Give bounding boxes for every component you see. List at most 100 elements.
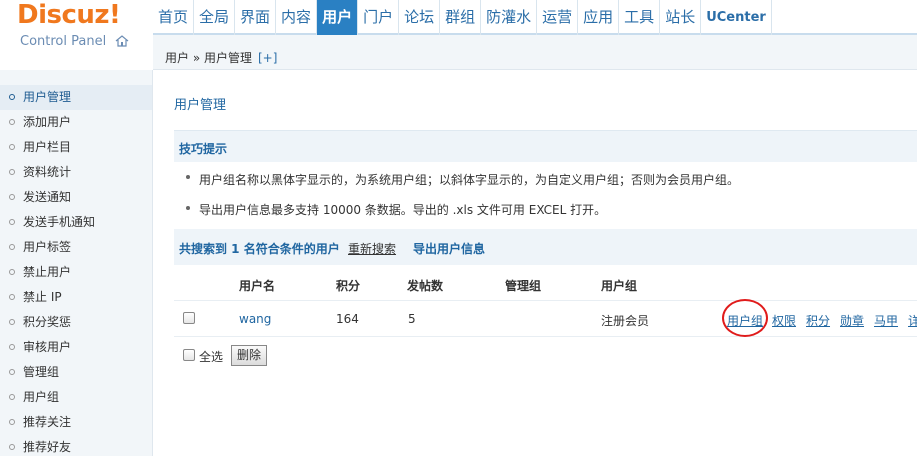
- sidebar-item-admin-groups[interactable]: 管理组: [0, 360, 152, 385]
- sidebar-item-ban-user[interactable]: 禁止用户: [0, 260, 152, 285]
- sidebar-item-user-management[interactable]: 用户管理: [0, 85, 152, 110]
- tips-header: 技巧提示: [174, 130, 917, 162]
- select-all-label[interactable]: 全选: [199, 348, 223, 365]
- sidebar-item-moderate-users[interactable]: 审核用户: [0, 335, 152, 360]
- sidebar-item-label: 发送通知: [23, 190, 72, 204]
- nav-founder[interactable]: 站长: [660, 0, 702, 35]
- bullet-icon: [9, 319, 15, 325]
- action-detail-link[interactable]: 详: [908, 312, 917, 329]
- bullet-icon: [9, 444, 15, 450]
- tip-bullet-icon: [186, 175, 190, 179]
- tip-text: 用户组名称以黑体字显示的，为系统用户组；以斜体字显示的，为自定义用户组；否则为会…: [199, 173, 740, 187]
- logo-area[interactable]: Discuz! Control Panel: [0, 0, 153, 70]
- sidebar-item-user-fields[interactable]: 用户栏目: [0, 135, 152, 160]
- nav-user[interactable]: 用户: [317, 0, 359, 35]
- sidebar-item-label: 积分奖惩: [23, 315, 72, 329]
- column-header-admin-group: 管理组: [505, 279, 542, 293]
- bullet-icon: [9, 94, 15, 100]
- action-credits-link[interactable]: 积分: [806, 312, 830, 329]
- bullet-icon: [9, 119, 15, 125]
- result-count: 共搜索到 1 名符合条件的用户: [179, 242, 340, 256]
- nav-antispam[interactable]: 防灌水: [481, 0, 538, 35]
- sidebar-item-user-tags[interactable]: 用户标签: [0, 235, 152, 260]
- row-divider: [174, 300, 917, 301]
- user-group-value: 注册会员: [601, 314, 650, 328]
- add-shortcut-link[interactable]: [+]: [258, 51, 277, 65]
- sidebar-item-label: 用户组: [23, 390, 60, 404]
- sidebar-item-label: 资料统计: [23, 165, 72, 179]
- nav-operation[interactable]: 运营: [537, 0, 579, 35]
- bullet-icon: [9, 394, 15, 400]
- row-divider: [174, 336, 917, 337]
- posts-value: 5: [408, 312, 416, 326]
- bullet-icon: [9, 269, 15, 275]
- sidebar-item-recommend-follow[interactable]: 推荐关注: [0, 410, 152, 435]
- sidebar-item-send-sms[interactable]: 发送手机通知: [0, 210, 152, 235]
- sidebar-item-label: 用户标签: [23, 240, 72, 254]
- nav-portal[interactable]: 门户: [358, 0, 400, 35]
- sidebar-item-label: 推荐好友: [23, 440, 72, 454]
- row-checkbox[interactable]: [183, 312, 195, 324]
- top-nav-bar: 首页 全局 界面 内容 用户 门户 论坛 群组 防灌水 运营 应用 工具 站长 …: [153, 0, 772, 35]
- nav-tools[interactable]: 工具: [619, 0, 661, 35]
- column-header-credits: 积分: [336, 279, 361, 293]
- page-title: 用户管理: [174, 98, 227, 113]
- sidebar-item-label: 管理组: [23, 365, 60, 379]
- nav-home[interactable]: 首页: [153, 0, 195, 35]
- sidebar-item-label: 审核用户: [23, 340, 72, 354]
- sidebar-item-label: 禁止用户: [23, 265, 72, 279]
- sidebar-item-user-groups[interactable]: 用户组: [0, 385, 152, 410]
- tip-text: 导出用户信息最多支持 10000 条数据。导出的 .xls 文件可用 EXCEL…: [199, 203, 607, 217]
- nav-global[interactable]: 全局: [194, 0, 236, 35]
- column-header-user-group: 用户组: [601, 279, 638, 293]
- sidebar-item-recommend-friends[interactable]: 推荐好友: [0, 435, 152, 460]
- sidebar-item-label: 用户管理: [23, 90, 72, 104]
- sidebar-item-label: 用户栏目: [23, 140, 72, 154]
- tips-title: 技巧提示: [179, 142, 228, 156]
- sidebar-item-send-notice[interactable]: 发送通知: [0, 185, 152, 210]
- tip-bullet-icon: [186, 206, 190, 210]
- header: Discuz! Control Panel 首页 全局 界面 内容 用户 门户 …: [0, 0, 917, 70]
- column-header-username: 用户名: [239, 279, 276, 293]
- username-link[interactable]: wang: [239, 312, 271, 326]
- research-link[interactable]: 重新搜索: [348, 240, 396, 257]
- sidebar-item-profile-stats[interactable]: 资料统计: [0, 160, 152, 185]
- delete-button[interactable]: 删除: [231, 345, 267, 366]
- home-icon[interactable]: [115, 35, 129, 47]
- select-all-checkbox[interactable]: [183, 349, 195, 361]
- logo[interactable]: Discuz!: [17, 0, 121, 30]
- highlight-circle: [722, 299, 768, 337]
- bullet-icon: [9, 169, 15, 175]
- sidebar-item-label: 发送手机通知: [23, 215, 96, 229]
- breadcrumb-bar: 用户 » 用户管理 [+]: [153, 35, 917, 70]
- breadcrumb-text: 用户 » 用户管理: [165, 51, 252, 65]
- nav-plugin[interactable]: 应用: [578, 0, 620, 35]
- bullet-icon: [9, 194, 15, 200]
- logo-subtitle: Control Panel: [20, 34, 107, 49]
- sidebar: 用户管理 添加用户 用户栏目 资料统计 发送通知 发送手机通知 用户标签 禁止用…: [0, 70, 153, 456]
- nav-ucenter[interactable]: UCenter: [701, 0, 772, 35]
- action-permissions-link[interactable]: 权限: [772, 312, 796, 329]
- sidebar-menu: 用户管理 添加用户 用户栏目 资料统计 发送通知 发送手机通知 用户标签 禁止用…: [0, 70, 152, 460]
- sidebar-item-credit-rules[interactable]: 积分奖惩: [0, 310, 152, 335]
- sidebar-item-label: 添加用户: [23, 115, 72, 129]
- bullet-icon: [9, 144, 15, 150]
- nav-forum[interactable]: 论坛: [399, 0, 441, 35]
- bullet-icon: [9, 419, 15, 425]
- column-header-posts: 发帖数: [407, 279, 444, 293]
- sidebar-item-add-user[interactable]: 添加用户: [0, 110, 152, 135]
- nav-content[interactable]: 内容: [276, 0, 318, 35]
- nav-group[interactable]: 群组: [440, 0, 482, 35]
- action-alias-link[interactable]: 马甲: [874, 312, 898, 329]
- bullet-icon: [9, 219, 15, 225]
- bullet-icon: [9, 244, 15, 250]
- bullet-icon: [9, 344, 15, 350]
- action-medals-link[interactable]: 勋章: [840, 312, 864, 329]
- main-content: 用户管理 技巧提示 用户组名称以黑体字显示的，为系统用户组；以斜体字显示的，为自…: [153, 70, 917, 456]
- export-users-link[interactable]: 导出用户信息: [413, 240, 485, 257]
- breadcrumb: 用户 » 用户管理 [+]: [165, 49, 277, 66]
- sidebar-item-label: 禁止 IP: [23, 290, 62, 304]
- result-header: 共搜索到 1 名符合条件的用户 重新搜索 导出用户信息: [174, 229, 917, 265]
- sidebar-item-ban-ip[interactable]: 禁止 IP: [0, 285, 152, 310]
- nav-style[interactable]: 界面: [235, 0, 277, 35]
